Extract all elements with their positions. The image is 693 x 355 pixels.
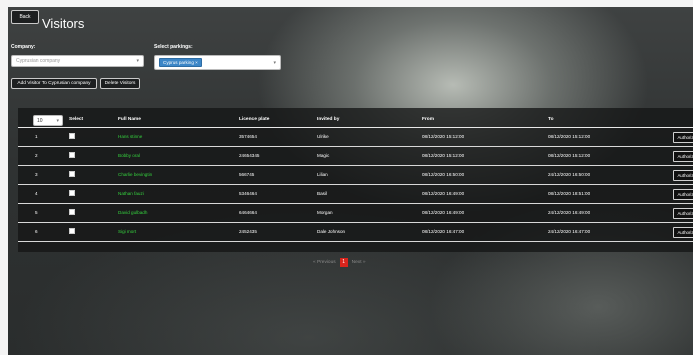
table-row: 1 Hans stinne 3574654 Ulrike 08/12/2020 …: [18, 128, 693, 147]
authorized-button[interactable]: Authorized: [673, 151, 693, 162]
row-checkbox[interactable]: [69, 133, 75, 139]
previous-page-link[interactable]: « Previous: [313, 260, 336, 265]
to-date: 24/12/2020 16:47:00: [548, 229, 591, 234]
header-from: From: [422, 117, 434, 122]
next-page-link[interactable]: Next »: [352, 260, 366, 265]
delete-visitors-button[interactable]: Delete Visitors: [100, 78, 140, 89]
invited-by: Magic: [317, 153, 330, 158]
header-full-name: Full Name: [118, 117, 141, 122]
authorized-button[interactable]: Authorized: [673, 227, 693, 238]
chevron-down-icon: ▾: [136, 58, 139, 64]
page-number-button[interactable]: 1: [339, 257, 348, 267]
invited-by: Lilian: [317, 172, 328, 177]
visitor-name[interactable]: Charlie bevingtin: [118, 172, 152, 177]
table-row: 4 Nathan fauzi 5346464 Basil 08/12/2020 …: [18, 185, 693, 204]
row-index: 5: [35, 210, 38, 215]
to-date: 24/12/2020 16:49:00: [548, 210, 591, 215]
company-select[interactable]: Cyprusian company ▾: [11, 55, 144, 67]
invited-by: Ulrike: [317, 134, 329, 139]
row-checkbox[interactable]: [69, 171, 75, 177]
licence-plate: 2452435: [239, 229, 257, 234]
parking-tag[interactable]: Cyprus parking ×: [159, 58, 202, 67]
invited-by: Basil: [317, 191, 327, 196]
visitor-name[interactable]: Nathan fauzi: [118, 191, 144, 196]
chevron-down-icon: ▾: [273, 59, 276, 66]
to-date: 24/12/2020 16:50:00: [548, 172, 591, 177]
from-date: 08/12/2020 16:47:00: [422, 229, 465, 234]
row-index: 1: [35, 134, 38, 139]
visitor-name[interactable]: Hans stinne: [118, 134, 142, 139]
authorized-button[interactable]: Authorized: [673, 189, 693, 200]
page-length-select[interactable]: 10 ▾: [33, 115, 63, 126]
page-title: Visitors: [42, 16, 85, 31]
table-row: 3 Charlie bevingtin 566745 Lilian 08/12/…: [18, 166, 693, 185]
table-row: 2 Bobby oral 24654345 Magic 08/12/2020 1…: [18, 147, 693, 166]
row-index: 6: [35, 229, 38, 234]
visitor-name[interactable]: Bobby oral: [118, 153, 140, 158]
visitor-name[interactable]: David gulbadh: [118, 210, 147, 215]
from-date: 08/12/2020 16:49:00: [422, 210, 465, 215]
table-header: 10 ▾ Select Full Name Licence plate Invi…: [18, 108, 693, 128]
add-visitor-button[interactable]: Add Visitor To Cyprusian company: [11, 78, 97, 89]
invited-by: Morgan: [317, 210, 333, 215]
row-index: 2: [35, 153, 38, 158]
from-date: 08/12/2020 16:49:00: [422, 191, 465, 196]
from-date: 08/12/2020 15:12:00: [422, 153, 465, 158]
parking-multiselect[interactable]: Cyprus parking × ▾: [154, 55, 281, 70]
parking-label: Select parkings:: [154, 44, 193, 50]
company-label: Company:: [11, 44, 36, 50]
invited-by: Dale Johnson: [317, 229, 346, 234]
header-select: Select: [69, 117, 84, 122]
authorized-button[interactable]: Authorized: [673, 132, 693, 143]
company-select-value: Cyprusian company: [16, 58, 61, 64]
chevron-down-icon: ▾: [56, 117, 59, 124]
to-date: 08/12/2020 15:12:00: [548, 153, 591, 158]
visitor-name[interactable]: Sigi mort: [118, 229, 136, 234]
row-checkbox[interactable]: [69, 228, 75, 234]
visitors-table: 10 ▾ Select Full Name Licence plate Invi…: [18, 108, 693, 252]
licence-plate: 24654345: [239, 153, 260, 158]
row-checkbox[interactable]: [69, 190, 75, 196]
from-date: 08/12/2020 15:12:00: [422, 134, 465, 139]
licence-plate: 6464664: [239, 210, 257, 215]
from-date: 08/12/2020 16:50:00: [422, 172, 465, 177]
authorized-button[interactable]: Authorized: [673, 170, 693, 181]
to-date: 08/12/2020 15:12:00: [548, 134, 591, 139]
row-index: 3: [35, 172, 38, 177]
header-to: To: [548, 117, 554, 122]
table-row: 5 David gulbadh 6464664 Morgan 08/12/202…: [18, 204, 693, 223]
header-licence-plate: Licence plate: [239, 117, 270, 122]
licence-plate: 566745: [239, 172, 255, 177]
page-length-value: 10: [37, 117, 43, 124]
licence-plate: 3574654: [239, 134, 257, 139]
header-invited-by: Invited by: [317, 117, 340, 122]
pagination: « Previous 1 Next »: [313, 257, 366, 267]
visitors-screen: Back Visitors Company: Cyprusian company…: [8, 7, 693, 355]
to-date: 08/12/2020 18:51:00: [548, 191, 591, 196]
back-button[interactable]: Back: [11, 10, 39, 24]
row-checkbox[interactable]: [69, 152, 75, 158]
row-index: 4: [35, 191, 38, 196]
table-row: 6 Sigi mort 2452435 Dale Johnson 08/12/2…: [18, 223, 693, 242]
row-checkbox[interactable]: [69, 209, 75, 215]
licence-plate: 5346464: [239, 191, 257, 196]
authorized-button[interactable]: Authorized: [673, 208, 693, 219]
